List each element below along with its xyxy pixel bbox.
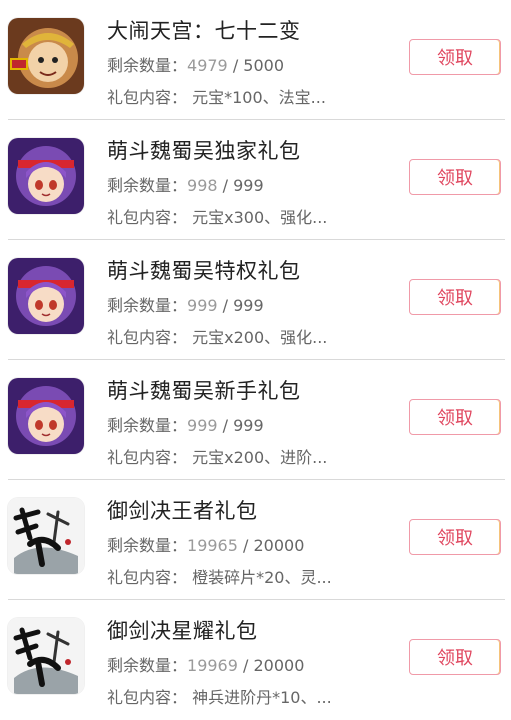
remaining-count: 剩余数量：999 / 999 [107, 296, 264, 315]
claim-button[interactable]: 领取 [409, 519, 501, 555]
gift-title: 御剑决星耀礼包 [107, 619, 258, 643]
gift-content: 礼包内容： 元宝x300、强化... [107, 208, 328, 227]
gift-content: 礼包内容： 神兵进阶丹*10、... [107, 688, 332, 707]
anime-girl-game-icon[interactable] [8, 258, 84, 334]
remaining-count: 剩余数量：19965 / 20000 [107, 536, 305, 555]
remaining-count: 剩余数量：998 / 999 [107, 176, 264, 195]
gift-title: 大闹天宫：七十二变 [107, 19, 301, 43]
calligraphy-sword-game-icon[interactable] [8, 618, 84, 694]
claim-button[interactable]: 领取 [409, 639, 501, 675]
claim-button[interactable]: 领取 [409, 159, 501, 195]
monkey-king-game-icon[interactable] [8, 18, 84, 94]
anime-girl-game-icon[interactable] [8, 378, 84, 454]
list-item[interactable]: 御剑决星耀礼包 剩余数量：19969 / 20000 礼包内容： 神兵进阶丹*1… [0, 600, 511, 720]
remaining-count: 剩余数量：4979 / 5000 [107, 56, 285, 75]
anime-girl-game-icon[interactable] [8, 138, 84, 214]
gift-content: 礼包内容： 橙装碎片*20、灵... [107, 568, 332, 587]
gift-content: 礼包内容： 元宝x200、强化... [107, 328, 328, 347]
list-item[interactable]: 萌斗魏蜀吴独家礼包 剩余数量：998 / 999 礼包内容： 元宝x300、强化… [0, 120, 511, 240]
claim-button[interactable]: 领取 [409, 279, 501, 315]
gift-title: 萌斗魏蜀吴独家礼包 [107, 139, 301, 163]
gift-title: 萌斗魏蜀吴新手礼包 [107, 379, 301, 403]
claim-button[interactable]: 领取 [409, 399, 501, 435]
list-item[interactable]: 大闹天宫：七十二变 剩余数量：4979 / 5000 礼包内容： 元宝*100、… [0, 0, 511, 120]
remaining-count: 剩余数量：19969 / 20000 [107, 656, 305, 675]
calligraphy-sword-game-icon[interactable] [8, 498, 84, 574]
gift-title: 御剑决王者礼包 [107, 499, 258, 523]
gift-title: 萌斗魏蜀吴特权礼包 [107, 259, 301, 283]
list-item[interactable]: 御剑决王者礼包 剩余数量：19965 / 20000 礼包内容： 橙装碎片*20… [0, 480, 511, 600]
claim-button[interactable]: 领取 [409, 39, 501, 75]
list-item[interactable]: 萌斗魏蜀吴特权礼包 剩余数量：999 / 999 礼包内容： 元宝x200、强化… [0, 240, 511, 360]
gift-content: 礼包内容： 元宝x200、进阶... [107, 448, 328, 467]
list-item[interactable]: 萌斗魏蜀吴新手礼包 剩余数量：999 / 999 礼包内容： 元宝x200、进阶… [0, 360, 511, 480]
gift-content: 礼包内容： 元宝*100、法宝... [107, 88, 326, 107]
gift-list: 大闹天宫：七十二变 剩余数量：4979 / 5000 礼包内容： 元宝*100、… [0, 0, 511, 720]
remaining-count: 剩余数量：999 / 999 [107, 416, 264, 435]
